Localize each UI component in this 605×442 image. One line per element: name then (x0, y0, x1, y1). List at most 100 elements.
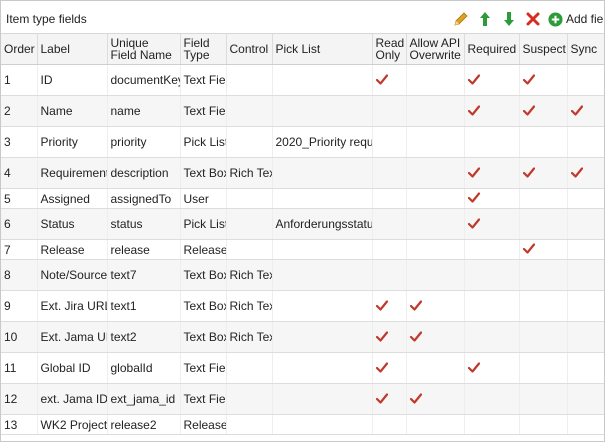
cell-required (464, 352, 520, 384)
checkmark-icon (467, 361, 480, 373)
cell-type: Text Box (180, 157, 227, 189)
cell-allowapi (406, 126, 465, 158)
cell-allowapi (406, 64, 465, 96)
cell-order: 7 (1, 239, 38, 260)
cell-allowapi (406, 321, 465, 353)
checkmark-icon (467, 166, 480, 178)
cell-readonly (372, 239, 407, 260)
cell-sync (567, 126, 604, 158)
table-row[interactable]: 9Ext. Jira URLtext1Text BoxRich Text (1, 290, 604, 322)
table-row[interactable]: 12ext. Jama IDext_jama_idText Field (1, 383, 604, 415)
cell-readonly (372, 157, 407, 189)
cell-label: Requirement (37, 157, 108, 189)
cell-suspect (519, 95, 568, 127)
cell-sync (567, 208, 604, 240)
cell-allowapi (406, 95, 465, 127)
cell-unique: release (107, 239, 181, 260)
cell-sync (567, 64, 604, 96)
cell-required (464, 259, 520, 291)
checkmark-icon (570, 104, 583, 116)
cell-suspect (519, 383, 568, 415)
column-header-sync[interactable]: Sync (567, 34, 604, 65)
cell-label: Global ID (37, 352, 108, 384)
cell-required (464, 208, 520, 240)
table-row[interactable]: 13 WK2 Project release2 Release (1, 414, 604, 435)
column-header-control[interactable]: Control (226, 34, 273, 65)
cell-control (226, 383, 273, 415)
cell-required (464, 321, 520, 353)
cell-picklist (272, 383, 373, 415)
column-header-unique-field-name[interactable]: Unique Field Name (107, 34, 181, 65)
cell-suspect (519, 188, 568, 209)
arrow-up-icon[interactable] (476, 10, 494, 28)
cell-suspect (519, 126, 568, 158)
checkmark-icon (522, 243, 535, 254)
close-icon[interactable] (524, 10, 542, 28)
cell-required (464, 414, 520, 435)
table-row[interactable]: 7 Release release Release (1, 239, 604, 260)
cell-allowapi (406, 383, 465, 415)
checkmark-icon (570, 166, 583, 178)
column-header-label[interactable]: Label (37, 34, 108, 65)
cell-label: ext. Jama ID (37, 383, 108, 415)
cell-unique: text1 (107, 290, 181, 322)
cell-unique: status (107, 208, 181, 240)
cell-label: Note/Source (37, 259, 108, 291)
cell-order: 8 (1, 259, 38, 291)
cell-picklist: Anforderungsstatus (272, 208, 373, 240)
column-header-required[interactable]: Required (464, 34, 520, 65)
add-field-button[interactable]: Add field (548, 11, 604, 27)
cell-readonly (372, 383, 407, 415)
arrow-down-icon[interactable] (500, 10, 518, 28)
cell-control (226, 188, 273, 209)
cell-sync (567, 290, 604, 322)
panel-header: Item type fields Add field (1, 1, 604, 34)
cell-sync (567, 321, 604, 353)
checkmark-icon (375, 299, 388, 311)
cell-type: Pick List (180, 208, 227, 240)
column-header-order[interactable]: Order (1, 34, 38, 65)
checkmark-icon (522, 73, 535, 85)
cell-unique: description (107, 157, 181, 189)
column-header-suspect[interactable]: Suspect (519, 34, 568, 65)
cell-unique: text2 (107, 321, 181, 353)
cell-readonly (372, 64, 407, 96)
table-row[interactable]: 6 Status status Pick List Anforderungsstatus (1, 208, 604, 240)
cell-order: 12 (1, 383, 38, 415)
cell-allowapi (406, 352, 465, 384)
cell-sync (567, 188, 604, 209)
table-row[interactable]: 5 Assigned assignedTo User (1, 188, 604, 209)
cell-type: User (180, 188, 227, 209)
cell-unique: documentKey (107, 64, 181, 96)
table-row[interactable]: 2NamenameText Field (1, 95, 604, 127)
table-row[interactable]: 4RequirementdescriptionText BoxRich Text (1, 157, 604, 189)
cell-unique: assignedTo (107, 188, 181, 209)
table-row[interactable]: 11Global IDglobalIdText Field (1, 352, 604, 384)
checkmark-icon (375, 73, 388, 85)
column-header-field-type[interactable]: Field Type (180, 34, 227, 65)
column-header-pick-list[interactable]: Pick List (272, 34, 373, 65)
checkmark-icon (467, 73, 480, 85)
cell-readonly (372, 321, 407, 353)
table-row[interactable]: 8Note/Sourcetext7Text BoxRich Text (1, 259, 604, 291)
table-row[interactable]: 1IDdocumentKeyText Field (1, 64, 604, 96)
cell-order: 11 (1, 352, 38, 384)
cell-control: Rich Text (226, 157, 273, 189)
cell-allowapi (406, 188, 465, 209)
cell-label: WK2 Project (37, 414, 108, 435)
cell-suspect (519, 352, 568, 384)
cell-control (226, 414, 273, 435)
pencil-icon[interactable] (452, 10, 470, 28)
cell-required (464, 157, 520, 189)
cell-order: 3 (1, 126, 38, 158)
cell-label: Release (37, 239, 108, 260)
cell-sync (567, 352, 604, 384)
cell-suspect (519, 290, 568, 322)
column-header-read-only[interactable]: Read Only (372, 34, 407, 65)
table-row[interactable]: 10Ext. Jama URLtext2Text BoxRich Text (1, 321, 604, 353)
checkmark-icon (522, 104, 535, 116)
table-row[interactable]: 3 Priority priority Pick List 2020_Priority … (1, 126, 604, 158)
cell-required (464, 64, 520, 96)
column-header-allow-api-overwrite[interactable]: Allow API Overwrite (406, 34, 465, 65)
checkmark-icon (375, 361, 388, 373)
